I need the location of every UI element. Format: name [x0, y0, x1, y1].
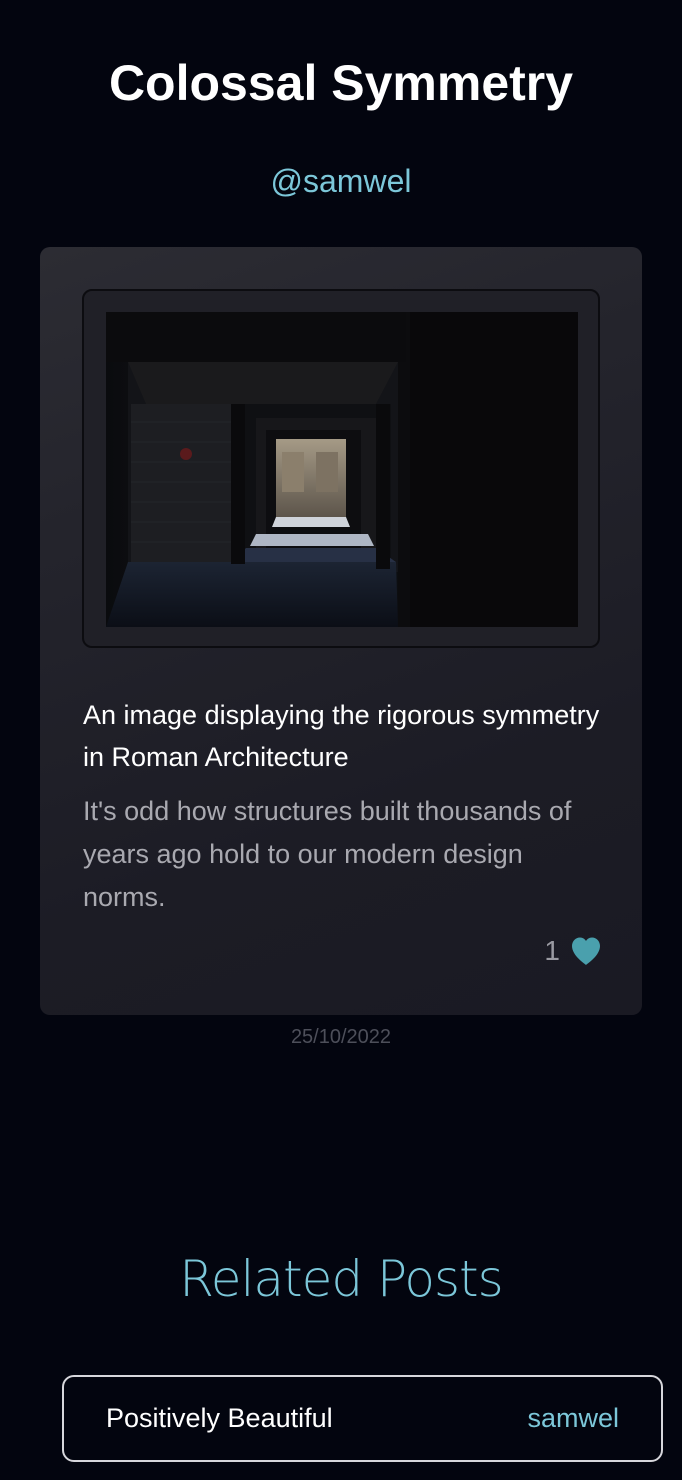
post-heading: An image displaying the rigorous symmetr…: [83, 700, 600, 772]
related-post-item[interactable]: Positively Beautiful samwel: [62, 1375, 663, 1462]
author-link[interactable]: @samwel: [0, 160, 682, 202]
related-post-author[interactable]: samwel: [527, 1403, 619, 1434]
page: Colossal Symmetry @samwel An image displ…: [0, 0, 682, 1480]
post-title: Colossal Symmetry: [108, 55, 574, 111]
like-count: 1: [544, 935, 560, 966]
post-photo: [106, 312, 578, 627]
related-posts-heading: Related Posts: [179, 1250, 503, 1308]
post-date: 25/10/2022: [290, 1026, 392, 1048]
post-body: It's odd how structures built thousands …: [83, 796, 572, 912]
photo-frame: [82, 289, 600, 648]
likes: 1: [544, 931, 602, 971]
post-card: An image displaying the rigorous symmetr…: [40, 247, 642, 1015]
heart-icon[interactable]: [570, 936, 602, 966]
related-post-title: Positively Beautiful: [106, 1403, 333, 1433]
